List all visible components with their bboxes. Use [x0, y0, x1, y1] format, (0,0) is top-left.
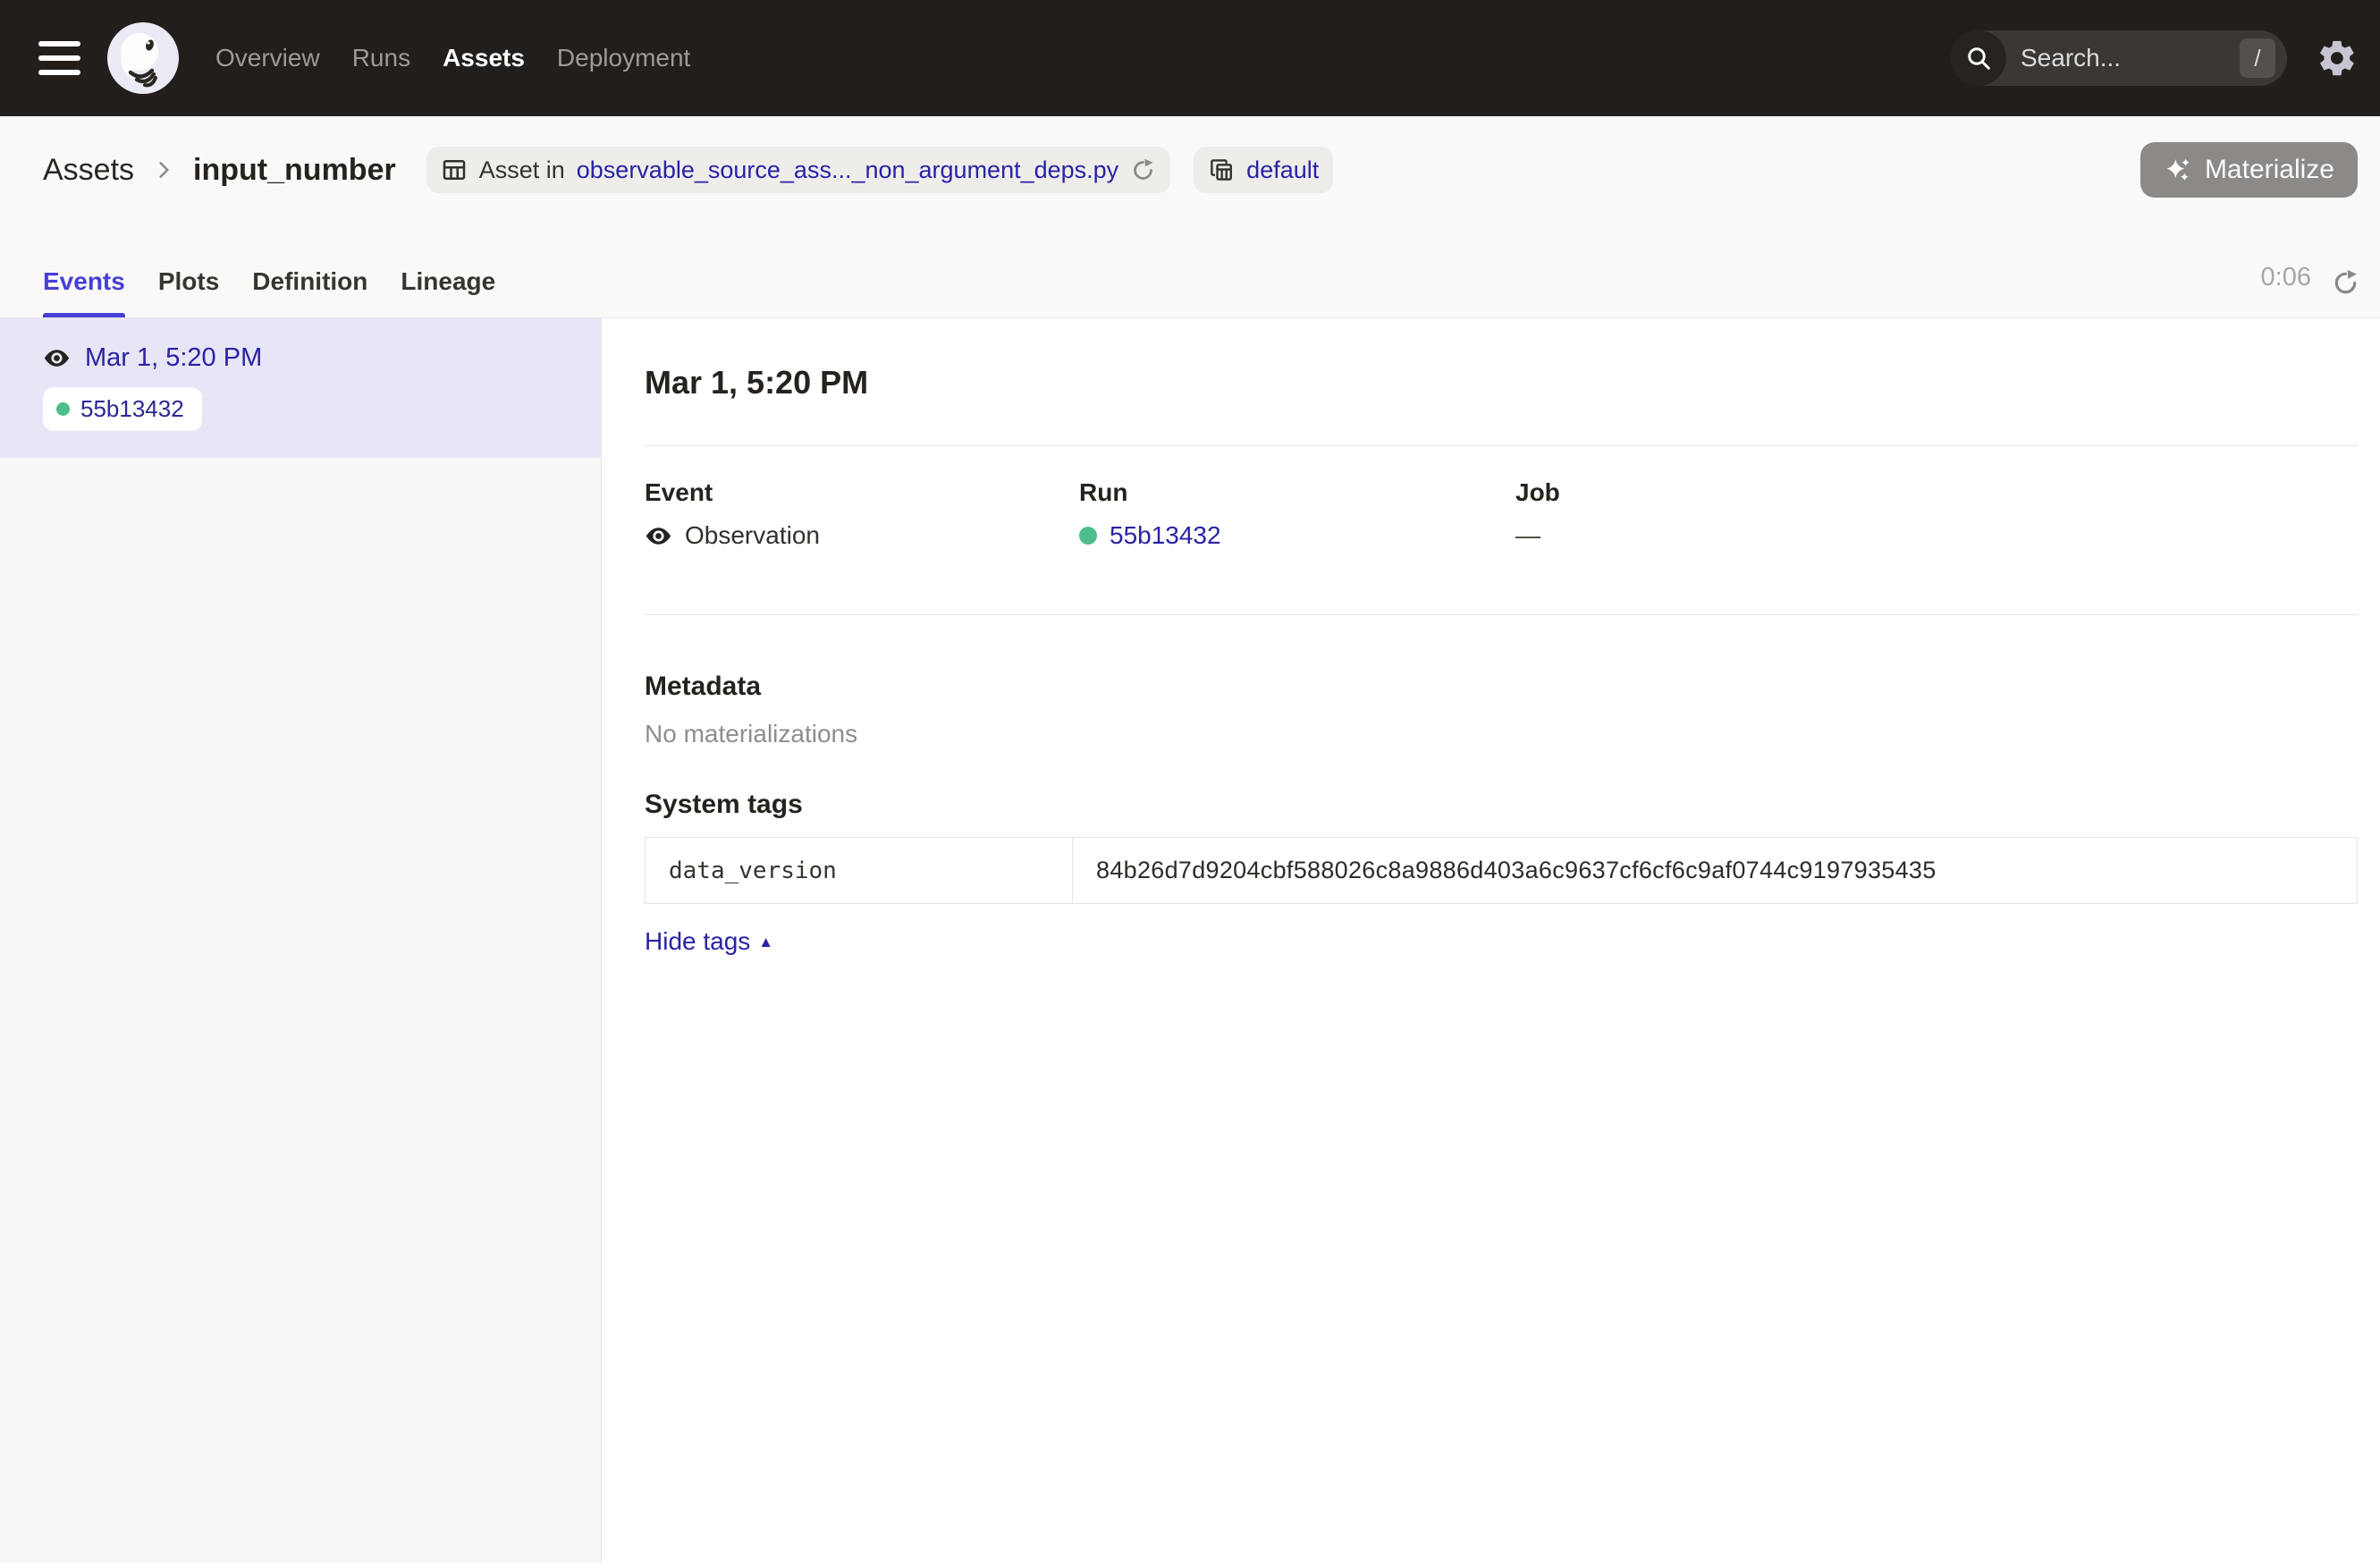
tab-lineage[interactable]: Lineage: [401, 267, 495, 317]
chevron-right-icon: [152, 158, 175, 182]
event-list-item-selected[interactable]: Mar 1, 5:20 PM 55b13432: [0, 318, 601, 458]
tag-value-cell: 84b26d7d9204cbf588026c8a9886d403a6c9637c…: [1073, 838, 2358, 904]
repo-icon: [1208, 156, 1235, 183]
materialize-label: Materialize: [2205, 155, 2334, 185]
dagster-logo[interactable]: [107, 22, 179, 94]
run-id-link[interactable]: 55b13432: [1110, 521, 1221, 550]
asset-definition-pill: Asset in observable_source_ass..._non_ar…: [426, 147, 1170, 193]
breadcrumb-assets-link[interactable]: Assets: [43, 153, 134, 188]
run-status-dot: [56, 402, 70, 416]
run-tag[interactable]: 55b13432: [43, 387, 202, 431]
page-header: Assets input_number Asset in observable_…: [0, 116, 2380, 318]
event-type-value: Observation: [685, 521, 820, 550]
nav-item-assets[interactable]: Assets: [443, 44, 525, 72]
refresh-countdown: 0:06: [2261, 263, 2311, 317]
event-column: Event Observation: [645, 478, 1079, 550]
asset-in-label: Asset in: [479, 156, 565, 184]
tab-events[interactable]: Events: [43, 267, 125, 317]
job-empty-value: —: [1515, 521, 1540, 550]
hide-tags-label: Hide tags: [645, 927, 750, 956]
metadata-empty-text: No materializations: [645, 719, 2358, 749]
repo-pill: default: [1194, 147, 1333, 193]
page-title: input_number: [193, 153, 396, 188]
materialize-button[interactable]: Materialize: [2140, 142, 2358, 198]
metadata-heading: Metadata: [645, 671, 2358, 703]
event-detail-title: Mar 1, 5:20 PM: [645, 363, 2358, 402]
event-list-sidebar: Mar 1, 5:20 PM 55b13432: [0, 318, 602, 1563]
tab-plots[interactable]: Plots: [158, 267, 219, 317]
tabs: Events Plots Definition Lineage 0:06: [0, 224, 2380, 318]
eye-icon: [645, 522, 672, 550]
tab-definition[interactable]: Definition: [252, 267, 367, 317]
event-summary-columns: Event Observation Run 55b13: [645, 478, 2358, 550]
asset-source-file-link[interactable]: observable_source_ass..._non_argument_de…: [577, 156, 1118, 184]
nav-item-runs[interactable]: Runs: [352, 44, 410, 72]
refresh-icon[interactable]: [2331, 268, 2360, 317]
system-tags-table: data_version 84b26d7d9204cbf588026c8a988…: [645, 837, 2358, 904]
breadcrumb: Assets input_number Asset in observable_…: [0, 116, 2380, 224]
hide-tags-link[interactable]: Hide tags ▲: [645, 927, 773, 956]
gear-icon[interactable]: [2314, 35, 2360, 81]
search-input[interactable]: [2006, 44, 2240, 72]
divider: [645, 445, 2358, 446]
menu-icon[interactable]: [38, 41, 80, 75]
event-detail-panel: Mar 1, 5:20 PM Event Observation: [602, 318, 2380, 1563]
table-icon: [441, 156, 468, 183]
tag-key-cell: data_version: [646, 838, 1073, 904]
eye-icon: [43, 344, 71, 372]
event-timestamp: Mar 1, 5:20 PM: [85, 343, 262, 373]
job-column: Job —: [1515, 478, 2358, 550]
sparkle-icon: [2164, 156, 2192, 184]
slash-shortcut-badge: /: [2240, 38, 2275, 78]
search-icon: [1951, 30, 2006, 86]
job-label: Job: [1515, 478, 2358, 507]
search-bar[interactable]: /: [1951, 30, 2287, 86]
nav-item-deployment[interactable]: Deployment: [557, 44, 690, 72]
reload-definition-icon[interactable]: [1130, 157, 1156, 183]
system-tags-heading: System tags: [645, 789, 2358, 821]
table-row: data_version 84b26d7d9204cbf588026c8a988…: [646, 838, 2358, 904]
event-label: Event: [645, 478, 1079, 507]
caret-up-icon: ▲: [758, 934, 773, 950]
run-label: Run: [1079, 478, 1515, 507]
divider: [645, 614, 2358, 615]
top-nav: Overview Runs Assets Deployment /: [0, 0, 2380, 116]
content-area: Mar 1, 5:20 PM 55b13432 Mar 1, 5:20 PM E…: [0, 318, 2380, 1563]
run-status-dot: [1079, 527, 1097, 545]
repo-default-link[interactable]: default: [1246, 156, 1319, 184]
nav-item-overview[interactable]: Overview: [215, 44, 320, 72]
run-id-label: 55b13432: [80, 395, 184, 423]
primary-nav: Overview Runs Assets Deployment: [215, 44, 722, 72]
run-column: Run 55b13432: [1079, 478, 1515, 550]
